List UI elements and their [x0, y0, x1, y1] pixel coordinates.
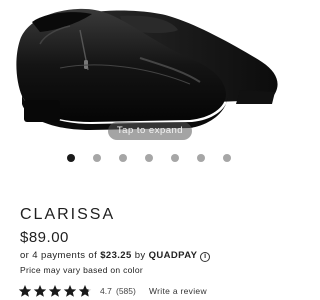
product-price: $89.00	[20, 229, 69, 246]
product-title: CLARISSA	[20, 206, 116, 223]
installment-amount: $23.25	[100, 250, 132, 261]
gallery-dot-5[interactable]	[171, 154, 179, 162]
gallery-dot-2[interactable]	[93, 154, 101, 162]
gallery-dot-7[interactable]	[223, 154, 231, 162]
gallery-dot-4[interactable]	[145, 154, 153, 162]
product-image-gallery[interactable]: Tap to expand	[0, 0, 300, 145]
write-review-link[interactable]: Write a review	[149, 286, 207, 296]
installment-info: or 4 payments of $23.25 by QUADPAY i	[20, 250, 211, 262]
star-rating-icon	[18, 285, 92, 297]
installment-middle: by	[131, 250, 149, 261]
rating-value: 4.7	[100, 286, 112, 296]
tap-to-expand-label[interactable]: Tap to expand	[108, 122, 192, 140]
quadpay-provider: QUADPAY	[148, 250, 198, 261]
gallery-dot-6[interactable]	[197, 154, 205, 162]
gallery-dot-1[interactable]	[67, 154, 75, 162]
info-icon[interactable]: i	[200, 252, 211, 262]
review-count: (585)	[116, 286, 136, 296]
gallery-pagination	[0, 152, 300, 164]
installment-prefix: or 4 payments of	[20, 250, 101, 261]
rating-summary[interactable]: 4.7 (585) Write a review	[18, 284, 298, 298]
price-variation-note: Price may vary based on color	[20, 265, 144, 275]
gallery-dot-3[interactable]	[119, 154, 127, 162]
